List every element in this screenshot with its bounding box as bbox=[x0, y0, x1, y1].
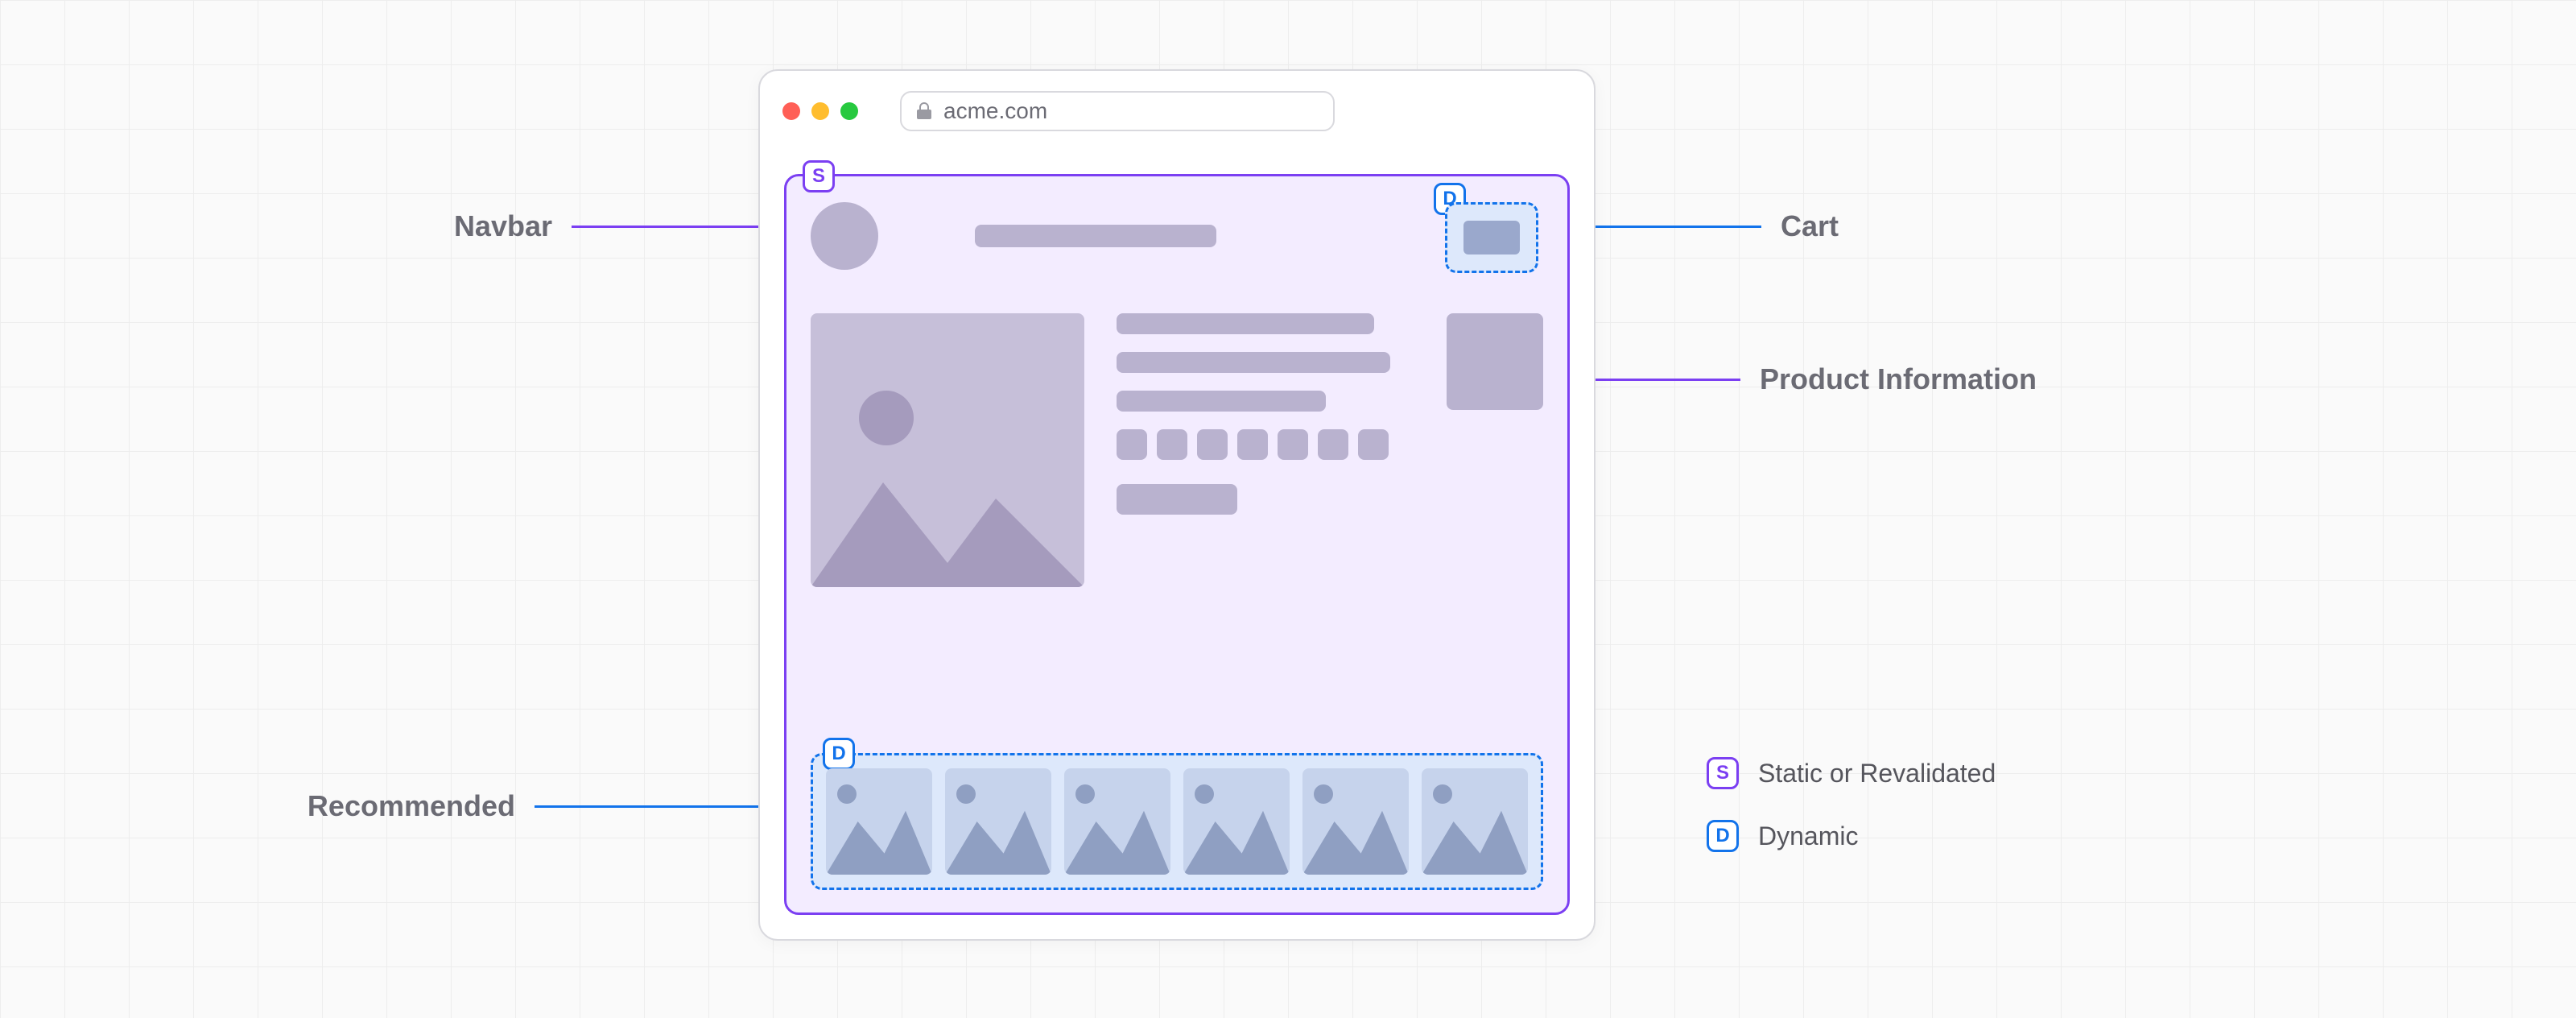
callout-line bbox=[535, 805, 784, 808]
nav-text-placeholder bbox=[975, 225, 1216, 247]
swatch-placeholder bbox=[1278, 429, 1308, 460]
side-box-placeholder bbox=[1447, 313, 1543, 410]
static-badge-icon: S bbox=[1707, 757, 1739, 789]
text-placeholder bbox=[1117, 352, 1390, 373]
callout-line bbox=[1596, 379, 1740, 381]
cart-region bbox=[1445, 202, 1538, 273]
address-bar-url: acme.com bbox=[943, 98, 1047, 124]
recommended-thumb bbox=[826, 768, 932, 875]
dynamic-badge-icon: D bbox=[1707, 820, 1739, 852]
legend-static-label: Static or Revalidated bbox=[1758, 759, 1996, 788]
address-bar: acme.com bbox=[900, 91, 1335, 131]
lock-icon bbox=[916, 101, 932, 121]
product-details bbox=[1117, 313, 1430, 635]
text-placeholder bbox=[1117, 391, 1326, 412]
callout-product-info: Product Information bbox=[1596, 362, 2079, 396]
browser-window: acme.com S D bbox=[758, 69, 1596, 941]
swatch-placeholder bbox=[1318, 429, 1348, 460]
dynamic-badge: D bbox=[823, 738, 855, 770]
callout-product-info-label: Product Information bbox=[1760, 362, 2037, 396]
swatch-placeholder bbox=[1237, 429, 1268, 460]
legend-dynamic-label: Dynamic bbox=[1758, 821, 1858, 851]
minimize-icon bbox=[811, 102, 829, 120]
close-icon bbox=[782, 102, 800, 120]
callout-line bbox=[572, 226, 781, 228]
swatch-placeholder bbox=[1358, 429, 1389, 460]
static-badge: S bbox=[803, 160, 835, 192]
swatch-placeholder bbox=[1197, 429, 1228, 460]
callout-recommended: Recommended bbox=[290, 789, 784, 823]
callout-cart: Cart bbox=[1576, 209, 1866, 243]
recommended-thumb bbox=[1183, 768, 1290, 875]
recommended-thumb bbox=[1422, 768, 1528, 875]
legend-static: S Static or Revalidated bbox=[1707, 757, 1996, 789]
product-info-region bbox=[811, 313, 1543, 635]
cart-region-wrap: D bbox=[1439, 197, 1543, 275]
recommended-thumb bbox=[945, 768, 1051, 875]
legend-dynamic: D Dynamic bbox=[1707, 820, 1996, 852]
product-image-placeholder bbox=[811, 313, 1084, 587]
callout-navbar: Navbar bbox=[427, 209, 781, 243]
logo-placeholder bbox=[811, 202, 878, 270]
callout-recommended-label: Recommended bbox=[308, 789, 515, 823]
recommended-thumb bbox=[1302, 768, 1409, 875]
recommended-region: D bbox=[811, 753, 1543, 890]
callout-line bbox=[1576, 226, 1761, 228]
static-region: S D bbox=[784, 174, 1570, 915]
traffic-lights bbox=[782, 102, 858, 120]
swatch-placeholder bbox=[1157, 429, 1187, 460]
swatch-row bbox=[1117, 429, 1430, 460]
button-placeholder bbox=[1117, 484, 1237, 515]
legend: S Static or Revalidated D Dynamic bbox=[1707, 757, 1996, 883]
cart-placeholder bbox=[1463, 221, 1520, 254]
text-placeholder bbox=[1117, 313, 1374, 334]
browser-titlebar: acme.com bbox=[760, 71, 1594, 151]
callout-cart-label: Cart bbox=[1781, 209, 1839, 243]
image-mountain-icon bbox=[811, 434, 1084, 587]
swatch-placeholder bbox=[1117, 429, 1147, 460]
recommended-thumb bbox=[1064, 768, 1170, 875]
maximize-icon bbox=[840, 102, 858, 120]
callout-navbar-label: Navbar bbox=[454, 209, 552, 243]
